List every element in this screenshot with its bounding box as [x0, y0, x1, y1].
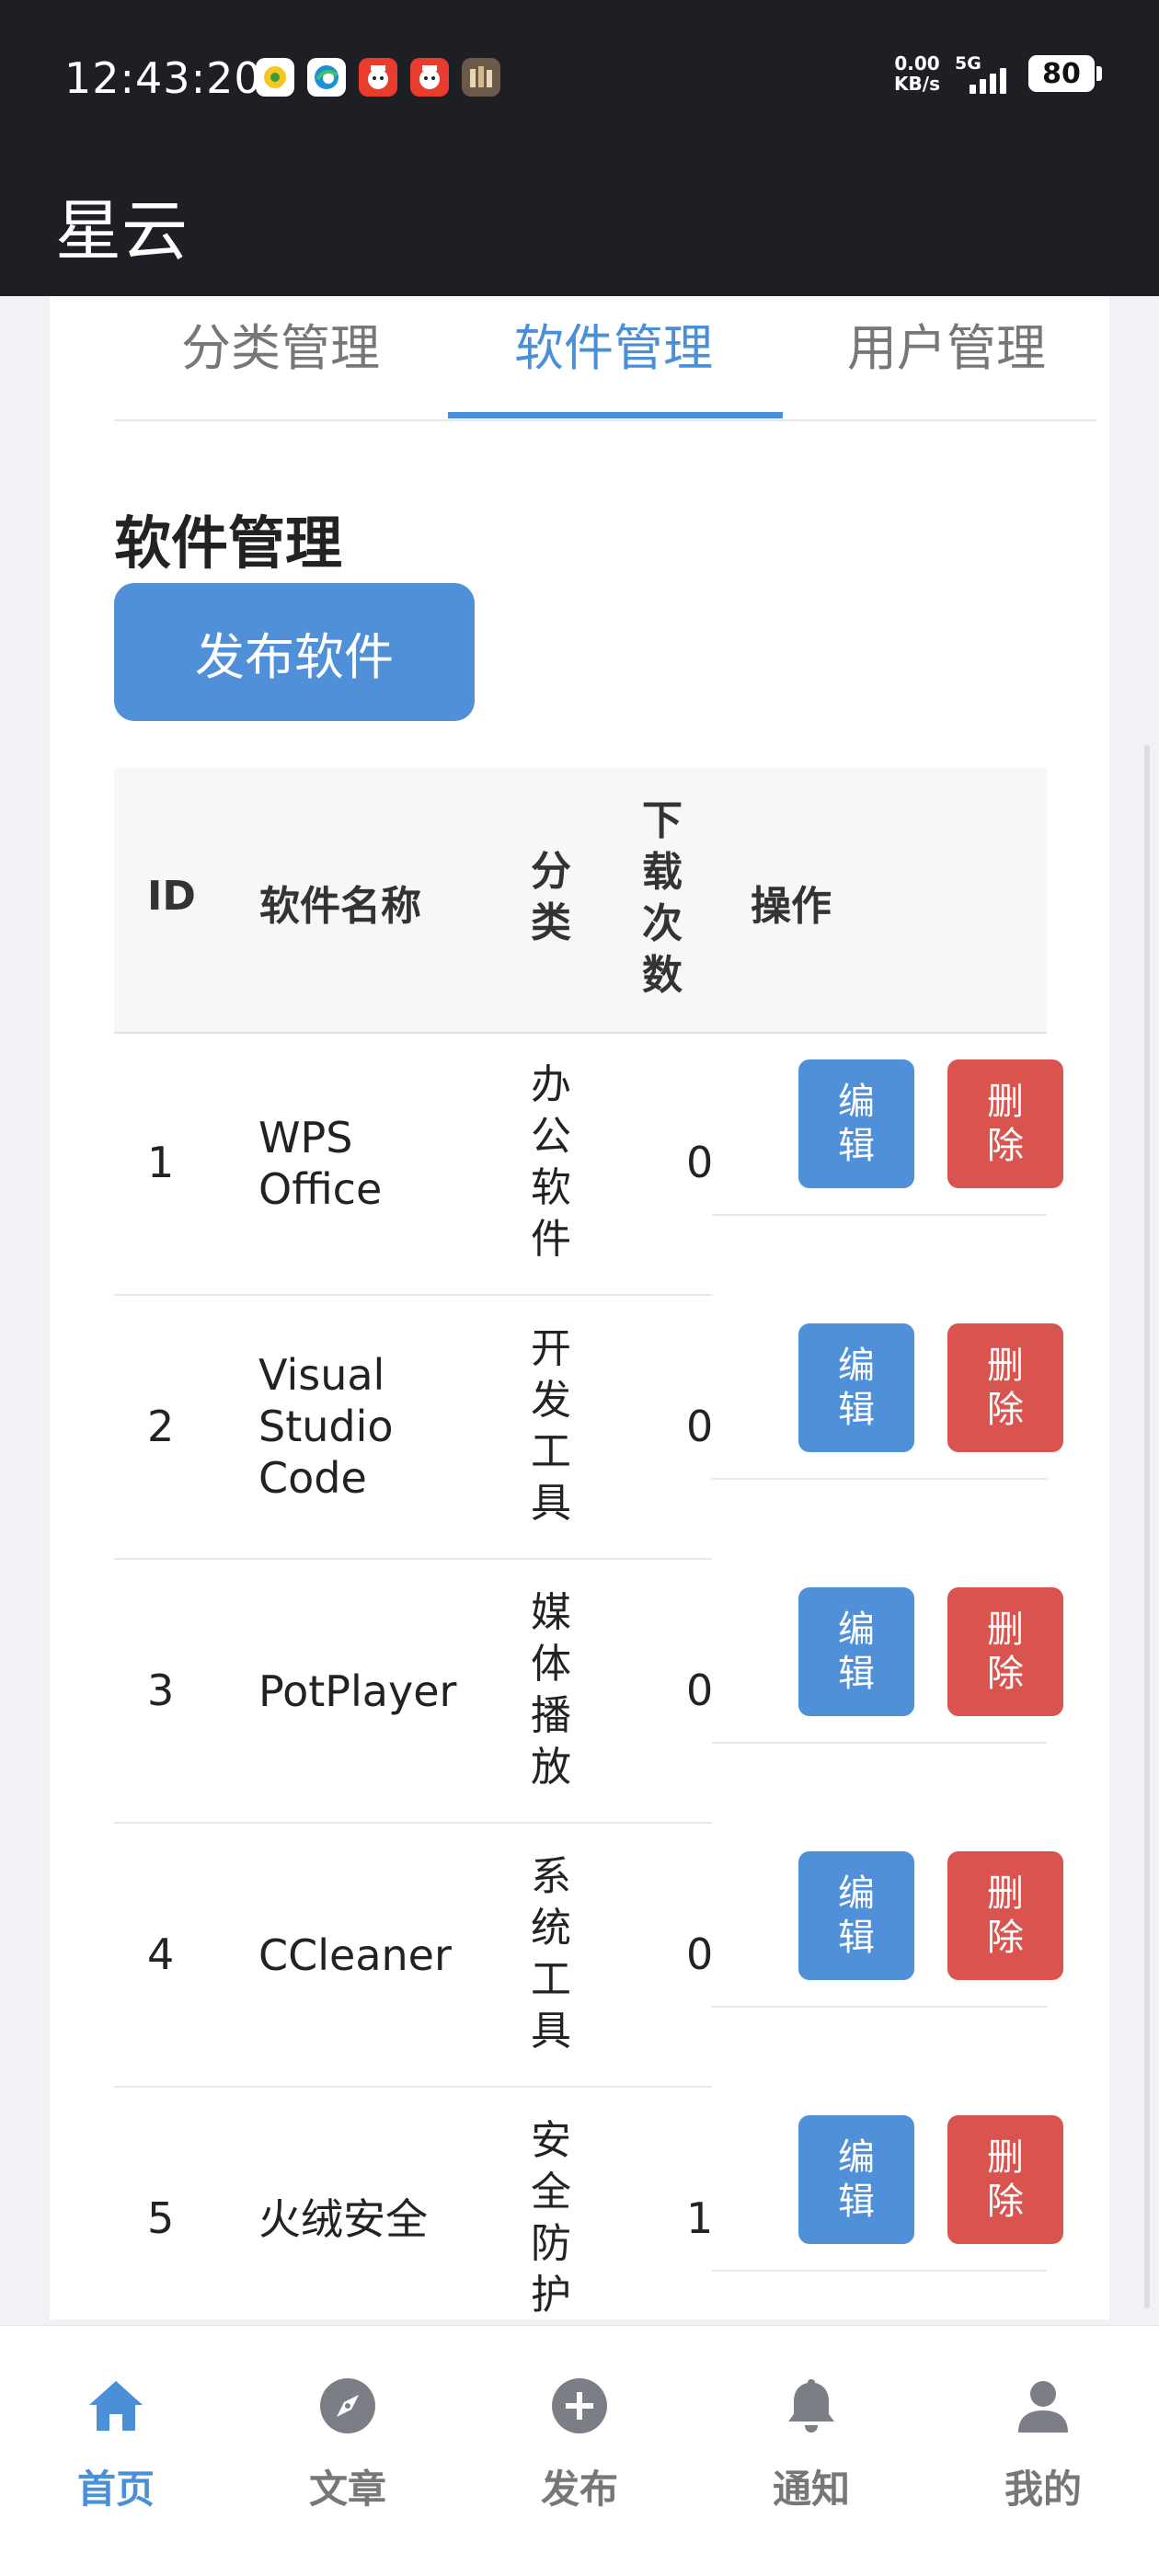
compass-icon	[320, 2378, 375, 2433]
cell-category: 媒体播放	[531, 1589, 571, 1791]
delete-button[interactable]: 删除	[947, 2115, 1063, 2244]
active-tab-indicator	[448, 412, 783, 418]
network-speed-value: 0.00	[894, 52, 940, 74]
cell-category: 办公软件	[531, 1061, 571, 1263]
app-header: 星云	[0, 156, 1159, 296]
table-header: ID 软件名称 分类 下载次数 操作	[114, 768, 1047, 1034]
cell-id: 4	[147, 1929, 175, 1979]
status-bar: 12:43:20 0.00 KB/s 5G 80	[0, 0, 1159, 156]
header-actions: 操作	[751, 883, 832, 930]
red-app-icon	[359, 58, 397, 97]
tab-bar: 分类管理 软件管理 用户管理	[114, 296, 1096, 421]
user-icon	[1018, 2381, 1068, 2433]
cell-name: 火绒安全	[258, 2194, 428, 2244]
table-row: 1 WPS Office 办公软件 0 编辑 删除	[114, 1032, 1063, 1296]
app-icon-yellow	[256, 58, 294, 97]
section-title: 软件管理	[114, 509, 343, 577]
battery-icon: 80	[1028, 55, 1102, 92]
nav-label: 我的	[1004, 2467, 1082, 2512]
nav-label: 首页	[76, 2467, 155, 2512]
nav-profile[interactable]: 我的	[960, 2374, 1126, 2514]
header-id: ID	[147, 873, 196, 920]
cell-downloads: 0	[686, 1138, 714, 1187]
tab-software-management[interactable]: 软件管理	[447, 307, 780, 408]
table-row: 3 PotPlayer 媒体播放 0 编辑 删除	[114, 1560, 1063, 1824]
bottom-navigation: 首页 文章 发布 通知 我的	[0, 2325, 1159, 2576]
nav-label: 通知	[772, 2467, 850, 2512]
cell-downloads: 0	[686, 1666, 714, 1715]
cell-category: 安全防护	[531, 2117, 571, 2318]
tab-user-management[interactable]: 用户管理	[780, 307, 1113, 408]
tab-category-management[interactable]: 分类管理	[114, 307, 447, 408]
edge-browser-icon	[307, 58, 346, 97]
cellular-signal-icon: 5G	[955, 53, 1014, 94]
notification-icons	[256, 58, 500, 97]
table-row: 4 CCleaner 系统工具 0 编辑 删除	[114, 1824, 1063, 2088]
cell-id: 2	[147, 1402, 175, 1451]
header-software-name: 软件名称	[259, 883, 421, 930]
cell-id: 3	[147, 1666, 175, 1715]
plus-circle-icon	[552, 2378, 607, 2433]
edit-button[interactable]: 编辑	[798, 2115, 914, 2244]
page-scrollbar[interactable]	[1144, 745, 1150, 2308]
table-row: 2 Visual Studio Code 开发工具 0 编辑 删除	[114, 1296, 1063, 1560]
edit-button[interactable]: 编辑	[798, 1587, 914, 1716]
system-indicators: 0.00 KB/s 5G 80	[894, 53, 1102, 94]
table-row: 5 火绒安全 安全防护 1 编辑 删除	[114, 2088, 1063, 2352]
game-app-icon	[462, 58, 500, 97]
delete-button[interactable]: 删除	[947, 1587, 1063, 1716]
header-category: 分类	[531, 848, 571, 946]
edit-button[interactable]: 编辑	[798, 1059, 914, 1188]
nav-label: 发布	[540, 2467, 618, 2512]
status-time: 12:43:20	[64, 53, 262, 103]
delete-button[interactable]: 删除	[947, 1323, 1063, 1452]
cell-name: WPS Office	[258, 1113, 383, 1214]
cell-id: 1	[147, 1138, 175, 1187]
cell-name: PotPlayer	[258, 1666, 457, 1716]
cell-category: 系统工具	[531, 1853, 571, 2055]
edit-button[interactable]: 编辑	[798, 1323, 914, 1452]
header-downloads: 下载次数	[642, 797, 683, 999]
bell-icon	[788, 2379, 834, 2433]
cell-downloads: 0	[686, 1402, 714, 1451]
delete-button[interactable]: 删除	[947, 1851, 1063, 1980]
red-app-icon	[410, 58, 449, 97]
nav-label: 文章	[308, 2467, 386, 2512]
nav-articles[interactable]: 文章	[265, 2374, 430, 2514]
delete-button[interactable]: 删除	[947, 1059, 1063, 1188]
edit-button[interactable]: 编辑	[798, 1851, 914, 1980]
network-speed-unit: KB/s	[894, 73, 940, 95]
home-icon	[89, 2381, 143, 2431]
battery-level: 80	[1042, 57, 1081, 90]
nav-home[interactable]: 首页	[33, 2374, 199, 2514]
nav-publish[interactable]: 发布	[497, 2374, 662, 2514]
nav-notifications[interactable]: 通知	[729, 2374, 894, 2514]
cell-downloads: 1	[686, 2193, 714, 2243]
cell-name: Visual Studio Code	[258, 1350, 394, 1503]
admin-card: 分类管理 软件管理 用户管理 软件管理 发布软件 ID 软件名称 分类 下载次数…	[50, 296, 1109, 2319]
app-title: 星云	[55, 192, 189, 269]
publish-software-button[interactable]: 发布软件	[114, 583, 475, 721]
cell-category: 开发工具	[531, 1325, 571, 1527]
cell-downloads: 0	[686, 1929, 714, 1979]
cell-name: CCleaner	[258, 1930, 452, 1980]
network-speed: 0.00 KB/s	[894, 53, 940, 94]
cell-id: 5	[147, 2193, 175, 2243]
